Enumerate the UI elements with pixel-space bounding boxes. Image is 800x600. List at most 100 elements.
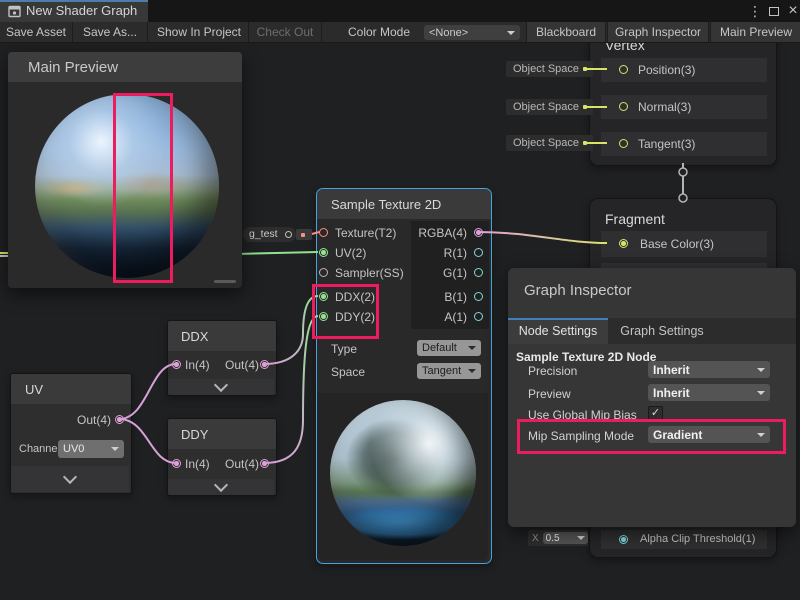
edge-rgba-to-basecolor[interactable] [478, 232, 607, 243]
ddx-in-port[interactable] [172, 360, 181, 369]
sample-texture-title: Sample Texture 2D [331, 197, 441, 212]
uv-channel-label: Channe [19, 443, 58, 455]
main-preview-toggle-button[interactable]: Main Preview [710, 22, 800, 42]
show-in-project-label: Show In Project [157, 25, 241, 39]
uv-collapse-button[interactable] [11, 466, 129, 492]
ddx-collapse-button[interactable] [168, 379, 274, 395]
r-output-port[interactable] [474, 248, 483, 257]
object-space-chip-position[interactable]: Object Space [506, 61, 593, 77]
property-circle-icon [285, 231, 292, 238]
color-mode-value: <None> [429, 27, 468, 39]
tab-node-settings[interactable]: Node Settings [508, 318, 608, 344]
base-color-label: Base Color(3) [640, 237, 714, 251]
object-space-chip-normal[interactable]: Object Space [506, 99, 593, 115]
uv-titlebar[interactable]: UV [11, 374, 131, 404]
show-in-project-button[interactable]: Show In Project [150, 22, 249, 42]
uv-input-port[interactable] [319, 248, 328, 257]
rgba-output-port[interactable] [474, 228, 483, 237]
fragment-node-title: Fragment [605, 211, 665, 227]
b-output-port[interactable] [474, 292, 483, 301]
vertex-connector-dot[interactable] [679, 168, 687, 176]
window-close-icon[interactable]: × [784, 0, 800, 22]
ddx-titlebar[interactable]: DDX [168, 321, 276, 351]
a-output-port[interactable] [474, 312, 483, 321]
normal-port[interactable] [619, 102, 628, 111]
tab-graph-settings[interactable]: Graph Settings [608, 318, 716, 344]
alpha-clip-port[interactable] [619, 535, 628, 544]
ddx-in-label: In(4) [185, 358, 210, 372]
ddy-titlebar[interactable]: DDY [168, 419, 276, 449]
ddy-in-port[interactable] [172, 459, 181, 468]
edge-uv2-to-sample[interactable] [236, 252, 318, 254]
tangent-port-label: Tangent(3) [638, 137, 695, 151]
save-as-button[interactable]: Save As... [73, 22, 148, 42]
ddy-title: DDY [181, 427, 208, 442]
graph-inspector-label: Graph Inspector [615, 25, 701, 39]
window-maximize-icon[interactable] [769, 7, 779, 16]
main-preview-header[interactable]: Main Preview [8, 52, 242, 82]
save-as-label: Save As... [83, 25, 137, 39]
precision-value: Inherit [653, 363, 690, 377]
vertex-node[interactable]: Vertex Position(3) Normal(3) Tangent(3) [589, 28, 777, 166]
tab-title: New Shader Graph [26, 3, 137, 18]
vertex-row-position[interactable]: Position(3) [601, 58, 767, 82]
property-chip-gtest[interactable]: g_test [243, 227, 296, 242]
ddx-out-port[interactable] [260, 360, 269, 369]
position-port[interactable] [619, 65, 628, 74]
vertex-row-normal[interactable]: Normal(3) [601, 95, 767, 119]
graph-inspector-toggle-button[interactable]: Graph Inspector [607, 22, 709, 42]
uv-out-label: Out(4) [77, 413, 111, 427]
sample-texture-titlebar[interactable]: Sample Texture 2D [317, 189, 491, 219]
texture-dot-icon [301, 233, 305, 237]
texture-input-label: Texture(T2) [335, 226, 396, 240]
precision-dropdown[interactable]: Inherit [648, 361, 770, 378]
resize-handle[interactable] [214, 280, 236, 283]
ddx-node[interactable]: DDX In(4) Out(4) [167, 320, 277, 396]
ddx-title: DDX [181, 329, 208, 344]
tab-graph-settings-label: Graph Settings [620, 324, 703, 338]
ddy-out-port[interactable] [260, 459, 269, 468]
sample-texture-2d-node[interactable]: Sample Texture 2D Texture(T2) UV(2) Samp… [316, 188, 492, 564]
sample-texture-preview-sphere [330, 400, 476, 546]
sampler-input-port[interactable] [319, 268, 328, 277]
rgba-output-label: RGBA(4) [418, 226, 467, 240]
shader-graph-icon [8, 5, 21, 18]
chevron-down-icon [468, 369, 476, 373]
property-port-chip[interactable] [296, 229, 312, 240]
blackboard-toggle-button[interactable]: Blackboard [526, 22, 606, 42]
save-asset-button[interactable]: Save Asset [0, 22, 73, 42]
graph-inspector-title: Graph Inspector [524, 282, 632, 299]
alpha-value-field[interactable]: 0.5 [543, 532, 588, 544]
alpha-chip-x-label: X [532, 533, 539, 544]
chevron-down-icon [757, 368, 765, 372]
preview-dropdown[interactable]: Inherit [648, 384, 770, 401]
texture-input-port[interactable] [319, 228, 328, 237]
tangent-port[interactable] [619, 139, 628, 148]
inspector-section-header: Sample Texture 2D Node [516, 350, 656, 364]
uv-node[interactable]: UV Out(4) Channe UV0 [10, 373, 132, 494]
g-output-label: G(1) [443, 266, 467, 280]
ddy-collapse-button[interactable] [168, 479, 274, 495]
chevron-down-icon [214, 478, 228, 492]
object-space-chip-tangent[interactable]: Object Space [506, 135, 593, 151]
color-mode-dropdown[interactable]: <None> [424, 25, 520, 40]
type-dropdown[interactable]: Default [417, 340, 481, 356]
vertex-row-tangent[interactable]: Tangent(3) [601, 132, 767, 156]
fragment-row-basecolor[interactable]: Base Color(3) [601, 231, 767, 257]
space-value: Tangent [422, 365, 461, 377]
uv-channel-dropdown[interactable]: UV0 [58, 440, 124, 458]
base-color-port[interactable] [619, 239, 628, 248]
ddy-node[interactable]: DDY In(4) Out(4) [167, 418, 277, 496]
space-dropdown[interactable]: Tangent [417, 363, 481, 379]
alpha-default-chip[interactable]: X 0.5 [528, 530, 588, 546]
tab-new-shader-graph[interactable]: New Shader Graph [0, 0, 148, 22]
graph-inspector-panel[interactable]: Graph Inspector Node Settings Graph Sett… [508, 268, 796, 527]
uv-out-port[interactable] [115, 415, 124, 424]
toolbar: Save Asset Save As... Show In Project Ch… [0, 22, 800, 43]
space-chip-dot-icon [583, 67, 587, 71]
window-menu-icon[interactable]: ⋮ [746, 0, 764, 22]
g-output-port[interactable] [474, 268, 483, 277]
sampler-input-label: Sampler(SS) [335, 266, 404, 280]
check-out-button[interactable]: Check Out [249, 22, 322, 42]
fragment-row-alphaclip[interactable]: Alpha Clip Threshold(1) [601, 530, 767, 549]
